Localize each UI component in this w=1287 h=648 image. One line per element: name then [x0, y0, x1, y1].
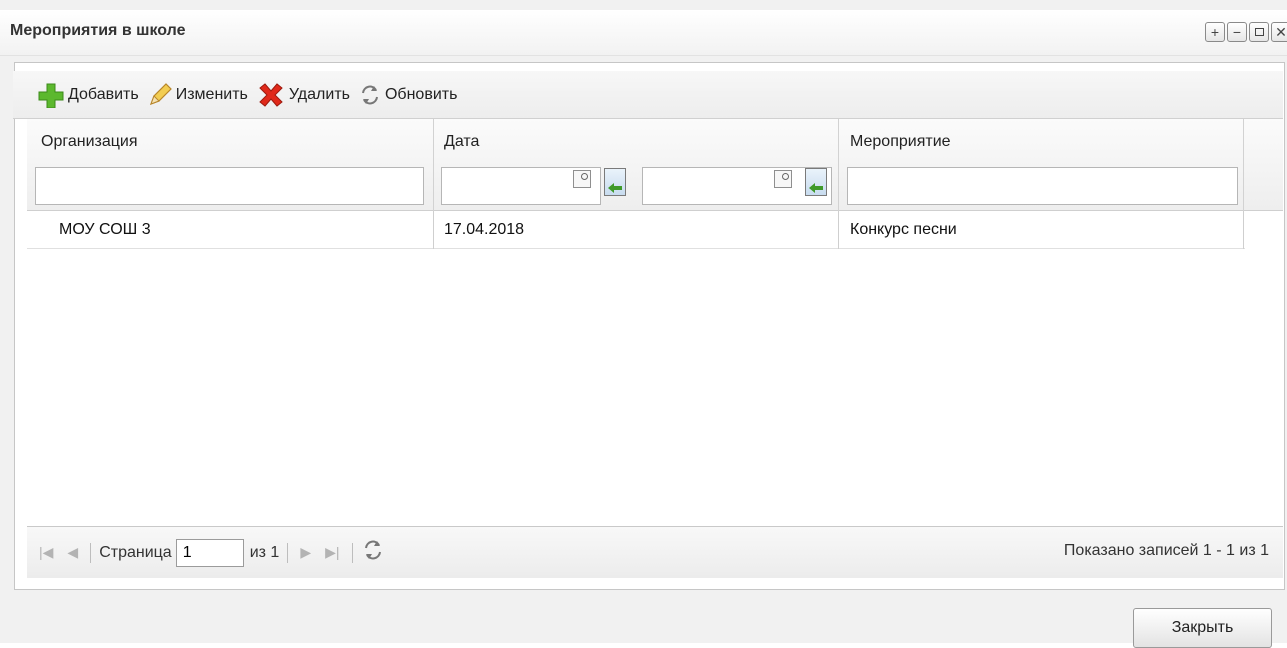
plus-icon — [37, 82, 65, 108]
refresh-button-label: Обновить — [384, 85, 458, 103]
prev-page-icon[interactable]: ◀ — [67, 544, 78, 561]
next-page-icon[interactable]: ▶ — [300, 544, 311, 561]
column-header-organization[interactable]: Организация — [41, 133, 138, 151]
table-row[interactable]: МОУ СОШ 3 17.04.2018 Конкурс песни — [27, 211, 1245, 249]
cell-event: Конкурс песни — [850, 221, 957, 238]
grid-toolbar: Добавить Изменить Удалить Обновить — [13, 71, 1283, 119]
expand-icon[interactable]: + — [1205, 22, 1225, 42]
delete-button[interactable]: Удалить — [256, 82, 350, 108]
page-count-label: из 1 — [249, 543, 280, 561]
date-picker-icon[interactable] — [805, 168, 827, 196]
add-button-label: Добавить — [68, 85, 139, 103]
refresh-icon — [358, 83, 382, 107]
minimize-icon[interactable]: − — [1227, 22, 1247, 42]
x-icon — [256, 82, 286, 108]
filter-date-to-input[interactable] — [642, 167, 832, 205]
refresh-button[interactable]: Обновить — [358, 83, 457, 107]
column-header-event[interactable]: Мероприятие — [850, 133, 951, 151]
edit-button-label: Изменить — [175, 85, 248, 103]
refresh-icon[interactable] — [361, 538, 385, 567]
filter-event-input[interactable] — [847, 167, 1238, 205]
close-button[interactable]: Закрыть — [1133, 608, 1272, 648]
delete-button-label: Удалить — [288, 85, 350, 103]
column-header-date[interactable]: Дата — [444, 133, 479, 151]
pencil-icon — [147, 82, 173, 108]
first-page-icon[interactable]: |◀ — [39, 544, 53, 561]
cell-date: 17.04.2018 — [444, 221, 525, 238]
close-window-icon[interactable]: ✕ — [1271, 22, 1287, 42]
last-page-icon[interactable]: ▶| — [325, 544, 339, 561]
maximize-icon[interactable] — [1249, 22, 1269, 42]
window: Мероприятия в школе + − ✕ Добавить Измен… — [0, 0, 1287, 648]
paging-info: Показано записей 1 - 1 из 1 — [1063, 542, 1269, 559]
page-label: Страница — [99, 543, 172, 561]
page-number-input[interactable] — [175, 538, 244, 567]
date-picker-icon[interactable] — [604, 168, 626, 196]
calendar-icon[interactable] — [573, 170, 591, 188]
add-button[interactable]: Добавить — [37, 82, 139, 108]
window-tools: + − ✕ — [1205, 22, 1287, 42]
calendar-icon[interactable] — [774, 170, 792, 188]
window-titlebar[interactable]: Мероприятия в школе + − ✕ — [0, 10, 1287, 56]
window-title: Мероприятия в школе — [10, 22, 186, 39]
grid-header: Организация Дата Мероприятие — [27, 119, 1283, 211]
paging-toolbar: |◀ ◀ Страница из 1 ▶ ▶| Показано записей… — [27, 526, 1283, 578]
edit-button[interactable]: Изменить — [147, 82, 248, 108]
grid-body: МОУ СОШ 3 17.04.2018 Конкурс песни — [27, 211, 1283, 525]
filter-organization-input[interactable] — [35, 167, 424, 205]
cell-organization: МОУ СОШ 3 — [59, 221, 151, 238]
